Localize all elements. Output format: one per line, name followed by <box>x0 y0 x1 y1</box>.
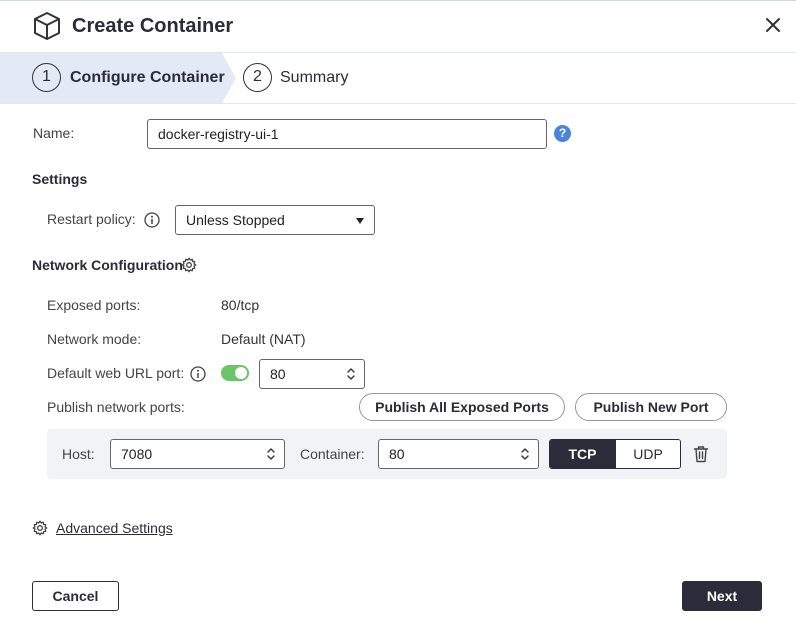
close-icon[interactable] <box>763 15 783 35</box>
step-2-number: 2 <box>243 63 272 92</box>
cancel-button[interactable]: Cancel <box>32 581 119 611</box>
protocol-tcp-button[interactable]: TCP <box>550 440 615 468</box>
publish-all-exposed-ports-button[interactable]: Publish All Exposed Ports <box>359 393 565 421</box>
protocol-toggle: TCP UDP <box>549 439 681 469</box>
gear-icon[interactable] <box>32 520 48 536</box>
network-mode-label: Network mode: <box>47 331 142 347</box>
cube-icon <box>34 12 60 40</box>
toggle-knob <box>235 367 247 379</box>
restart-policy-value: Unless Stopped <box>186 212 285 228</box>
network-configuration-title: Network Configuration <box>32 257 183 273</box>
exposed-ports-value: 80/tcp <box>221 297 260 313</box>
publish-ports-label: Publish network ports: <box>47 399 185 415</box>
spinner-arrows-icon[interactable] <box>346 366 356 382</box>
next-button[interactable]: Next <box>682 581 762 611</box>
dialog-title: Create Container <box>72 15 234 37</box>
step-1-number: 1 <box>32 63 61 92</box>
wizard-steps: 1 Configure Container 2 Summary <box>0 52 796 104</box>
container-port-label: Container: <box>300 446 365 462</box>
name-input[interactable] <box>147 119 547 149</box>
container-port-stepper[interactable]: 80 <box>378 439 539 469</box>
publish-new-port-button[interactable]: Publish New Port <box>575 393 727 421</box>
restart-policy-select[interactable]: Unless Stopped <box>175 205 375 235</box>
step-1-label: Configure Container <box>70 69 225 86</box>
name-label: Name: <box>33 125 75 141</box>
network-mode-value: Default (NAT) <box>221 331 306 347</box>
host-port-stepper[interactable]: 7080 <box>110 439 285 469</box>
advanced-settings-link[interactable]: Advanced Settings <box>56 520 173 536</box>
protocol-udp-button[interactable]: UDP <box>615 440 680 468</box>
step-2-label: Summary <box>280 69 349 86</box>
web-url-port-label: Default web URL port: <box>47 365 185 381</box>
caret-down-icon <box>356 218 364 224</box>
restart-policy-label: Restart policy: <box>47 211 136 227</box>
spinner-arrows-icon[interactable] <box>520 446 530 462</box>
create-container-dialog: Create Container 1 Configure Container 2… <box>0 0 796 629</box>
container-port-value: 80 <box>389 446 405 462</box>
web-url-port-toggle[interactable] <box>221 365 249 381</box>
dialog-header: Create Container <box>0 1 796 51</box>
help-icon[interactable]: ? <box>554 125 571 142</box>
spinner-arrows-icon[interactable] <box>266 446 276 462</box>
gear-icon[interactable] <box>181 257 197 273</box>
host-port-label: Host: <box>62 446 95 462</box>
exposed-ports-label: Exposed ports: <box>47 297 141 313</box>
host-port-value: 7080 <box>121 446 153 462</box>
web-url-port-stepper[interactable]: 80 <box>259 359 365 389</box>
info-icon[interactable] <box>190 366 206 382</box>
settings-title: Settings <box>32 171 88 187</box>
web-url-port-value: 80 <box>270 366 286 382</box>
info-icon[interactable] <box>144 212 160 228</box>
trash-icon[interactable] <box>693 445 709 463</box>
